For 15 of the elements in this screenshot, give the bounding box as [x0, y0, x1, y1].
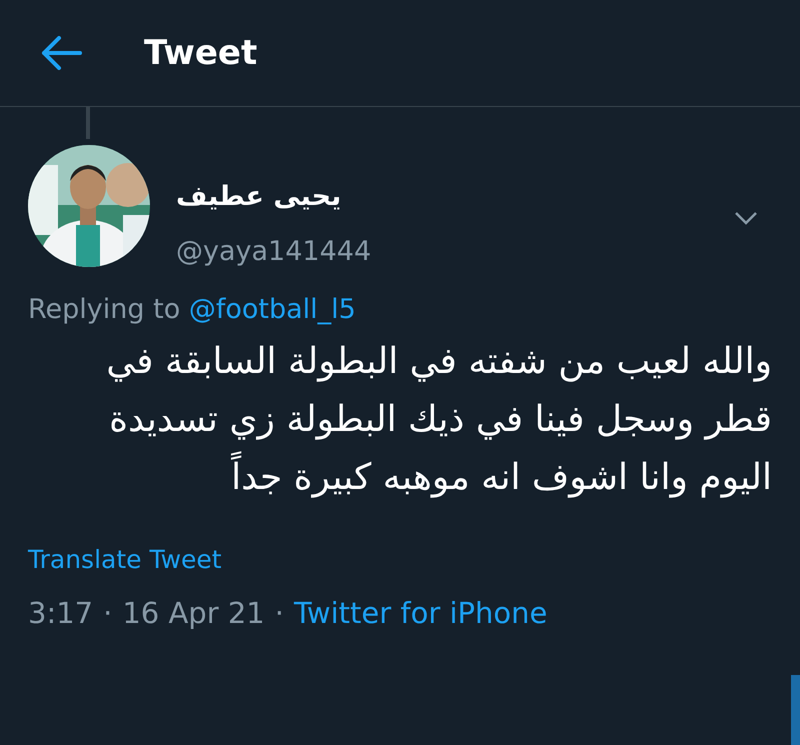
tweet-text: والله لعيب من شفته في البطولة السابقة في قطر وسجل فينا في ذيك البطولة زي تسديدة اليوم وانا اشوف انه موهبه كبيرة جداً	[105, 340, 772, 500]
separator-dot: ·	[103, 595, 112, 632]
translate-link[interactable]: Translate Tweet	[28, 540, 222, 578]
separator-dot: ·	[274, 595, 284, 632]
scroll-indicator	[791, 675, 800, 745]
author-handle[interactable]: @yaya141444	[176, 232, 734, 272]
source-link[interactable]: Twitter for iPhone	[294, 592, 548, 636]
mention-link[interactable]: @football_l5	[188, 294, 356, 325]
tweet-time: 3:17	[28, 595, 94, 632]
replying-label: Replying to	[28, 294, 180, 325]
back-icon[interactable]	[40, 36, 82, 70]
chevron-down-icon[interactable]	[734, 211, 758, 225]
tweet-date: 16 Apr 21	[122, 595, 265, 632]
author-name[interactable]: يحيى عطيف	[176, 177, 342, 218]
page-title: Tweet	[144, 32, 258, 74]
